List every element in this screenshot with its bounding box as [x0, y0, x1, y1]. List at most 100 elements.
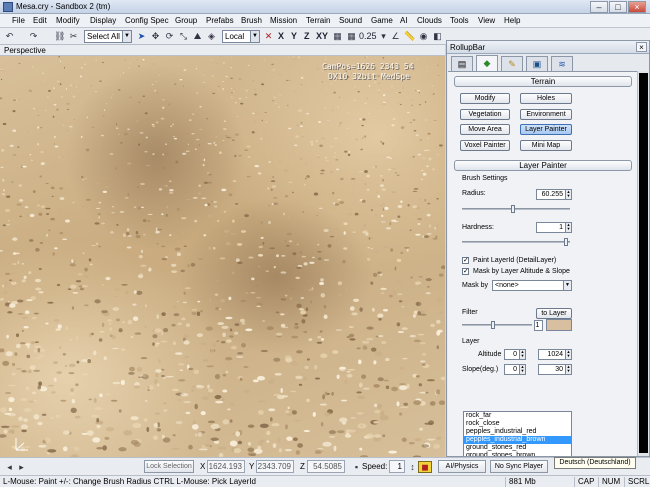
scrollbar-thumb[interactable] — [639, 73, 648, 453]
slider-handle[interactable] — [511, 205, 515, 213]
speed-field[interactable]: 1 — [389, 460, 405, 473]
x-coordinate-field[interactable]: 1624.193 — [207, 460, 245, 473]
axis-y-button[interactable]: Y — [291, 31, 297, 41]
y-coordinate-field[interactable]: 2343.709 — [256, 460, 294, 473]
menu-display[interactable]: Display — [90, 16, 116, 25]
no-sync-player-button[interactable]: No Sync Player — [490, 460, 548, 473]
game-mode-icon[interactable]: ◼ — [418, 461, 432, 473]
angle-snap-icon[interactable]: ∠ — [390, 31, 401, 42]
menu-terrain[interactable]: Terrain — [306, 16, 330, 25]
spinner-icon[interactable]: ↕ — [407, 462, 418, 473]
layer-painter-button[interactable]: Layer Painter — [520, 124, 572, 135]
hardness-input[interactable]: 1 ▲ ▼ — [536, 222, 572, 233]
to-layer-button[interactable]: to Layer — [536, 308, 572, 319]
environment-button[interactable]: Environment — [520, 109, 572, 120]
selection-mask-select[interactable]: Select All ▼ — [84, 30, 132, 43]
filter-color-swatch[interactable] — [546, 319, 572, 331]
maximize-button[interactable]: □ — [609, 1, 627, 13]
filter-value-input[interactable]: 1 — [534, 320, 543, 331]
layer-list-item[interactable]: pepples_industrial_brown — [464, 436, 571, 444]
menu-clouds[interactable]: Clouds — [417, 16, 442, 25]
menu-edit[interactable]: Edit — [33, 16, 47, 25]
spinner-icon[interactable]: ▲ ▼ — [519, 350, 525, 359]
axis-z-button[interactable]: Z — [304, 31, 310, 41]
mini-map-button[interactable]: Mini Map — [520, 140, 572, 151]
spinner-icon[interactable]: ▲ ▼ — [565, 190, 571, 199]
layer-list-item[interactable]: rock_far — [464, 412, 571, 420]
snap-object-icon[interactable]: ◈ — [206, 31, 217, 42]
altitude-max-input[interactable]: 1024 ▲ ▼ — [538, 349, 572, 360]
snap-value[interactable]: 0.25 — [359, 31, 377, 41]
menu-config-spec[interactable]: Config Spec — [125, 16, 169, 25]
z-coordinate-field[interactable]: 54.5085 — [307, 460, 345, 473]
layer-list[interactable]: rock_far rock_close pepples_industrial_red… — [463, 411, 572, 456]
holes-button[interactable]: Holes — [520, 93, 572, 104]
mask-by-select[interactable]: <none> ▼ — [492, 280, 572, 291]
menu-file[interactable]: File — [12, 16, 25, 25]
layer-list-item[interactable]: ground_stones_brown — [464, 452, 571, 456]
minimize-button[interactable]: – — [590, 1, 608, 13]
axis-lock-icon[interactable]: ✕ — [263, 31, 274, 42]
viewport-label[interactable]: Perspective — [4, 46, 46, 55]
tab-display[interactable]: ▣ — [526, 56, 548, 71]
menu-help[interactable]: Help — [504, 16, 520, 25]
slope-min-input[interactable]: 0 ▲ ▼ — [504, 364, 526, 375]
grid-icon[interactable]: ▦ — [346, 31, 357, 42]
mask-altitude-checkbox[interactable]: ✓ — [462, 268, 469, 275]
link-icon[interactable]: ⛓ — [54, 31, 65, 42]
layer-painter-section-header[interactable]: Layer Painter — [454, 160, 632, 171]
ruler-icon[interactable]: 📏 — [404, 31, 415, 42]
slider-handle[interactable] — [564, 238, 568, 246]
slope-max-input[interactable]: 30 ▲ ▼ — [538, 364, 572, 375]
terrain-section-header[interactable]: Terrain — [454, 76, 632, 87]
coord-space-select[interactable]: Local ▼ — [222, 30, 260, 43]
menu-mission[interactable]: Mission — [270, 16, 297, 25]
unlink-icon[interactable]: ✂ — [68, 31, 79, 42]
toggle-icon[interactable]: ◧ — [432, 31, 443, 42]
menu-prefabs[interactable]: Prefabs — [206, 16, 234, 25]
menu-sound[interactable]: Sound — [339, 16, 362, 25]
tab-modeling[interactable]: ✎ — [501, 56, 523, 71]
menu-game[interactable]: Game — [371, 16, 393, 25]
rotate-icon[interactable]: ⟳ — [164, 31, 175, 42]
tab-objects[interactable]: ▤ — [451, 56, 473, 71]
tab-layers[interactable]: ≋ — [551, 56, 573, 71]
altitude-min-input[interactable]: 0 ▲ ▼ — [504, 349, 526, 360]
terrain-follow-icon[interactable]: ⛰ — [192, 31, 203, 42]
menu-tools[interactable]: Tools — [450, 16, 469, 25]
close-button[interactable]: × — [628, 1, 646, 13]
radius-input[interactable]: 60.255 ▲ ▼ — [536, 189, 572, 200]
spinner-icon[interactable]: ▲ ▼ — [565, 350, 571, 359]
lock-selection-button[interactable]: Lock Selection — [144, 460, 194, 473]
menu-modify[interactable]: Modify — [56, 16, 80, 25]
spinner-icon[interactable]: ▲ ▼ — [565, 365, 571, 374]
camera-icon[interactable]: ◉ — [418, 31, 429, 42]
spinner-icon[interactable]: ▲ ▼ — [519, 365, 525, 374]
scale-icon[interactable]: ⤡ — [178, 31, 189, 42]
move-area-button[interactable]: Move Area — [460, 124, 510, 135]
paint-layerid-checkbox[interactable]: ✓ — [462, 257, 469, 264]
select-cursor-icon[interactable]: ➤ — [136, 31, 147, 42]
rollup-scrollbar[interactable] — [637, 71, 649, 456]
undo-icon[interactable]: ↶ — [4, 31, 15, 42]
prev-icon[interactable]: ◂ — [4, 462, 15, 473]
menu-group[interactable]: Group — [175, 16, 197, 25]
axis-xy-button[interactable]: XY — [316, 31, 328, 41]
lock-icon[interactable]: ▪ — [351, 462, 362, 473]
axis-x-button[interactable]: X — [278, 31, 284, 41]
filter-slider[interactable] — [462, 321, 532, 329]
rollup-close-button[interactable]: × — [636, 42, 647, 52]
move-icon[interactable]: ✥ — [150, 31, 161, 42]
modify-button[interactable]: Modify — [460, 93, 510, 104]
ai-physics-button[interactable]: AI/Physics — [438, 460, 486, 473]
slider-handle[interactable] — [491, 321, 495, 329]
layer-list-item[interactable]: ground_stones_red — [464, 444, 571, 452]
spinner-icon[interactable]: ▲ ▼ — [565, 223, 571, 232]
perspective-viewport[interactable]: CamPos=1626 2343 54 DX10 32bit MedSpe — [0, 56, 445, 457]
radius-slider[interactable] — [462, 205, 570, 213]
vegetation-button[interactable]: Vegetation — [460, 109, 510, 120]
next-icon[interactable]: ▸ — [16, 462, 27, 473]
redo-icon[interactable]: ↷ — [28, 31, 39, 42]
tab-terrain[interactable]: ◆ — [476, 55, 498, 72]
dropdown-icon[interactable]: ▾ — [378, 31, 389, 42]
